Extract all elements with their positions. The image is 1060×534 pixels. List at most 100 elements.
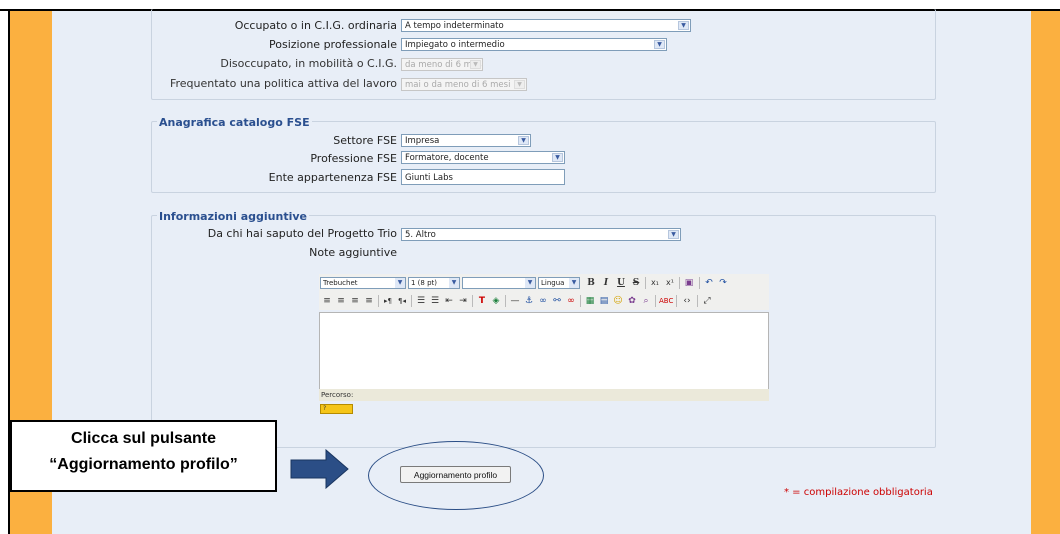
format-select[interactable]: ▼ — [462, 277, 536, 289]
ente-input[interactable]: Giunti Labs — [401, 169, 565, 185]
settore-select[interactable]: Impresa ▼ — [401, 134, 531, 147]
spellcheck-icon[interactable]: ABC — [659, 294, 673, 308]
callout-line2: “Aggiornamento profilo” — [49, 456, 238, 473]
professione-value: Formatore, docente — [405, 153, 489, 163]
toolbar-divider — [580, 295, 581, 307]
instruction-callout: Clicca sul pulsante “Aggiornamento profi… — [10, 420, 277, 492]
redo-icon[interactable]: ↷ — [717, 276, 729, 290]
chevron-down-icon: ▼ — [395, 278, 405, 288]
chevron-down-icon: ▼ — [569, 278, 579, 288]
text-color-icon[interactable]: T — [476, 294, 488, 308]
progetto-label: Da chi hai saputo del Progetto Trio — [207, 227, 397, 240]
strikethrough-icon[interactable]: S — [630, 276, 642, 290]
smiley-icon[interactable]: ☺ — [612, 294, 624, 308]
toolbar-divider — [472, 295, 473, 307]
ente-label: Ente appartenenza FSE — [268, 171, 397, 184]
toolbar-divider — [699, 277, 700, 289]
politica-label: Frequentato una politica attiva del lavo… — [169, 77, 397, 90]
language-select[interactable]: Lingua ▼ — [538, 277, 580, 289]
info-legend: Informazioni aggiuntive — [157, 210, 310, 223]
toolbar-divider — [697, 295, 698, 307]
rtl-icon[interactable]: ¶◂ — [396, 294, 408, 308]
progetto-value: 5. Altro — [405, 230, 436, 240]
toolbar-divider — [505, 295, 506, 307]
align-justify-icon[interactable]: ≡ — [363, 294, 375, 308]
disoccupato-select[interactable]: da meno di 6 mesi ▼ — [401, 58, 483, 71]
font-size-value: 1 (8 pt) — [411, 279, 438, 287]
chevron-down-icon: ▼ — [678, 21, 689, 30]
align-left-icon[interactable]: ≡ — [321, 294, 333, 308]
nolink-icon[interactable]: ∞ — [565, 294, 577, 308]
ordered-list-icon[interactable]: ☰ — [415, 294, 427, 308]
outdent-icon[interactable]: ⇤ — [443, 294, 455, 308]
chevron-down-icon: ▼ — [525, 278, 535, 288]
toolbar-divider — [645, 277, 646, 289]
undo-icon[interactable]: ↶ — [703, 276, 715, 290]
horizontal-rule-icon[interactable]: — — [509, 294, 521, 308]
anchor-icon[interactable]: ⚓ — [523, 294, 535, 308]
font-family-value: Trebuchet — [323, 279, 358, 287]
chevron-down-icon: ▼ — [518, 136, 529, 145]
bold-icon[interactable]: B — [585, 276, 597, 290]
unordered-list-icon[interactable]: ☰ — [429, 294, 441, 308]
toolbar-divider — [655, 295, 656, 307]
progetto-select[interactable]: 5. Altro ▼ — [401, 228, 681, 241]
underline-icon[interactable]: U — [615, 276, 627, 290]
politica-select[interactable]: mai o da meno di 6 mesi ▼ — [401, 78, 527, 91]
paste-icon[interactable]: ▣ — [683, 276, 695, 290]
chevron-down-icon: ▼ — [654, 40, 665, 49]
professione-label: Professione FSE — [310, 152, 397, 165]
table-icon[interactable]: ▤ — [598, 294, 610, 308]
occupato-value: A tempo indeterminato — [405, 21, 504, 31]
subscript-icon[interactable]: x₁ — [649, 276, 661, 290]
font-size-select[interactable]: 1 (8 pt) ▼ — [408, 277, 460, 289]
note-label: Note aggiuntive — [309, 246, 397, 259]
chevron-down-icon: ▼ — [449, 278, 459, 288]
disoccupato-label: Disoccupato, in mobilità o C.I.G. — [220, 57, 397, 70]
font-family-select[interactable]: Trebuchet ▼ — [320, 277, 406, 289]
editor-toolbar-row1: Trebuchet ▼ 1 (8 pt) ▼ ▼ Lingua ▼ B I U … — [319, 274, 769, 292]
html-source-icon[interactable]: ‹› — [680, 294, 694, 308]
ltr-icon[interactable]: ▸¶ — [382, 294, 394, 308]
occupato-select[interactable]: A tempo indeterminato ▼ — [401, 19, 691, 32]
occupato-label: Occupato o in C.I.G. ordinaria — [234, 19, 397, 32]
professione-select[interactable]: Formatore, docente ▼ — [401, 151, 565, 164]
chevron-down-icon: ▼ — [514, 80, 525, 89]
chevron-down-icon: ▼ — [668, 230, 679, 239]
settore-label: Settore FSE — [333, 134, 397, 147]
superscript-icon[interactable]: x¹ — [664, 276, 676, 290]
unlink-icon[interactable]: ⚯ — [551, 294, 563, 308]
chevron-down-icon: ▼ — [470, 60, 481, 69]
align-center-icon[interactable]: ≡ — [335, 294, 347, 308]
fse-legend: Anagrafica catalogo FSE — [157, 116, 312, 129]
callout-line1: Clicca sul pulsante — [71, 430, 216, 447]
fullscreen-icon[interactable]: ⤢ — [701, 294, 713, 308]
toolbar-divider — [378, 295, 379, 307]
toolbar-divider — [411, 295, 412, 307]
align-right-icon[interactable]: ≡ — [349, 294, 361, 308]
highlight-ellipse — [368, 441, 544, 510]
settore-value: Impresa — [405, 136, 440, 146]
editor-text-area[interactable] — [319, 312, 769, 390]
image-icon[interactable]: ▦ — [584, 294, 596, 308]
special-char-icon[interactable]: ✿ — [626, 294, 638, 308]
note-editor: Trebuchet ▼ 1 (8 pt) ▼ ▼ Lingua ▼ B I U … — [319, 272, 769, 416]
language-value: Lingua — [541, 279, 565, 287]
toolbar-divider — [676, 295, 677, 307]
chevron-down-icon: ▼ — [552, 153, 563, 162]
toolbar-divider — [679, 277, 680, 289]
editor-help-button[interactable]: ? — [320, 404, 353, 414]
help-icon: ? — [323, 405, 327, 412]
right-orange-border — [1031, 11, 1060, 534]
editor-toolbar-row2: ≡ ≡ ≡ ≡ ▸¶ ¶◂ ☰ ☰ ⇤ ⇥ T ◈ — ⚓ ∞ ⚯ ∞ ▦ ▤ … — [319, 292, 769, 310]
italic-icon[interactable]: I — [600, 276, 612, 290]
search-replace-icon[interactable]: ⌕ — [640, 294, 652, 308]
background-color-icon[interactable]: ◈ — [490, 294, 502, 308]
screenshot-frame: Occupato o in C.I.G. ordinaria A tempo i… — [0, 0, 1060, 534]
politica-value: mai o da meno di 6 mesi — [405, 80, 511, 90]
link-icon[interactable]: ∞ — [537, 294, 549, 308]
indent-icon[interactable]: ⇥ — [457, 294, 469, 308]
posizione-select[interactable]: Impiegato o intermedio ▼ — [401, 38, 667, 51]
posizione-label: Posizione professionale — [269, 38, 397, 51]
required-note: * = compilazione obbligatoria — [784, 487, 933, 498]
